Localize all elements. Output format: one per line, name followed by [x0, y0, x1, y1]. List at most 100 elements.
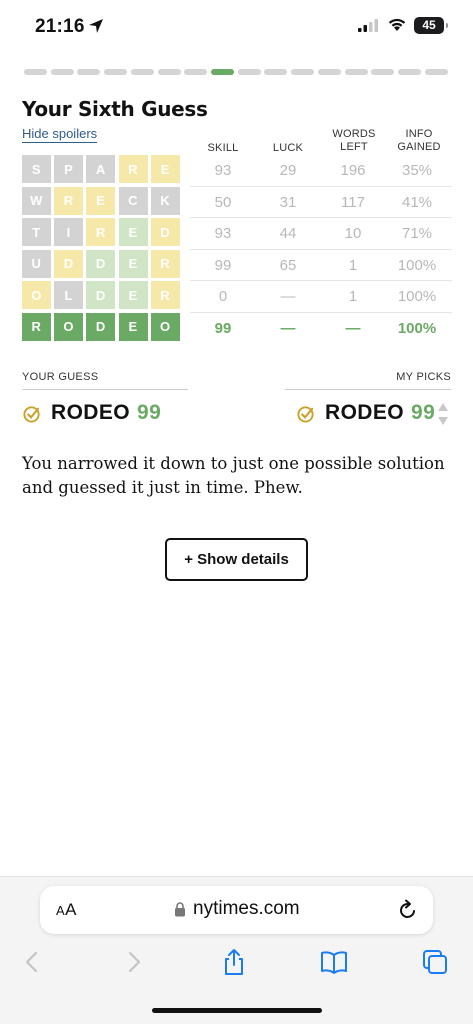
info-gained-value: 41% [401, 193, 433, 211]
words-left-value: — [345, 319, 361, 337]
letter-tile: A [86, 155, 116, 183]
guess-row: SPARE [22, 155, 183, 187]
stats-row: 93 29 196 35% [190, 155, 452, 187]
guess-progress [24, 69, 448, 75]
letter-tile: I [54, 218, 84, 247]
guess-row: UDDER [22, 249, 183, 282]
divider [285, 389, 451, 390]
summary-text: You narrowed it down to just one possibl… [22, 454, 445, 497]
letter-tile: D [54, 249, 84, 278]
your-guess-result: RODEO 99 [22, 401, 161, 425]
letter-tile: E [118, 312, 148, 341]
reload-icon[interactable] [398, 899, 418, 921]
share-icon[interactable] [220, 948, 248, 976]
my-picks-label: MY PICKS [396, 371, 451, 383]
stats-row: 99 — — 100% [190, 313, 452, 345]
home-indicator [152, 1008, 322, 1013]
skill-value: 93 [214, 162, 232, 179]
stats-row: 93 44 10 71% [190, 218, 452, 250]
forward-icon[interactable] [120, 948, 148, 976]
progress-dash [157, 69, 181, 75]
progress-dash [264, 69, 288, 75]
letter-tile: C [118, 186, 148, 215]
info-gained-value: 71% [401, 225, 433, 243]
info-gained-value: 100% [397, 288, 437, 306]
luck-value: 44 [279, 225, 297, 243]
letter-tile: K [150, 186, 180, 215]
letter-tile: D [86, 249, 116, 278]
stats-row: 50 31 117 41% [190, 187, 452, 219]
info-gained-value: 35% [401, 162, 433, 179]
section-title: Your Sixth Guess [22, 97, 208, 121]
progress-dash [317, 69, 341, 75]
info-gained-value: 100% [397, 256, 437, 274]
letter-tile: R [150, 249, 180, 278]
hide-spoilers-link[interactable]: Hide spoilers [22, 126, 98, 143]
check-circle-icon [23, 405, 40, 423]
letter-tile: E [118, 218, 148, 247]
your-guess-word: RODEO [51, 401, 131, 424]
sort-arrows-icon[interactable] [437, 401, 449, 427]
tabs-icon[interactable] [421, 948, 449, 976]
letter-tile: R [150, 281, 180, 310]
words-left-value: 1 [348, 256, 358, 274]
luck-value: — [280, 319, 296, 337]
letter-tile: T [22, 218, 51, 247]
location-arrow-icon [89, 19, 103, 33]
progress-dash [184, 69, 208, 75]
letter-tile: O [22, 281, 51, 310]
letter-tile: W [22, 186, 51, 215]
battery-icon: 45 [414, 17, 448, 34]
letter-tile: R [86, 218, 116, 247]
your-guess-label: YOUR GUESS [22, 371, 99, 383]
show-details-button[interactable]: + Show details [165, 538, 308, 581]
column-words-left: WORDS LEFT [332, 128, 376, 153]
guess-stats-table: 93 29 196 35% 50 31 117 41% 93 44 10 71% 99 65 1 100% 0 —… [190, 155, 452, 345]
letter-tile: P [54, 155, 84, 183]
progress-dash [104, 69, 128, 75]
letter-tile: U [22, 249, 51, 278]
letter-tile: D [150, 218, 180, 247]
letter-tile: R [54, 186, 84, 215]
letter-tile: S [22, 155, 51, 183]
letter-tile: E [86, 186, 116, 215]
column-info-gained: INFO GAINED [397, 128, 441, 153]
skill-value: 99 [214, 256, 232, 274]
cellular-signal-icon [358, 19, 378, 32]
letter-tile: E [118, 249, 148, 278]
progress-dash [371, 69, 395, 75]
letter-tile: E [118, 281, 148, 310]
guess-row: WRECK [22, 186, 183, 219]
info-gained-value: 100% [397, 319, 437, 337]
luck-value: — [280, 288, 296, 306]
progress-dash [24, 69, 47, 75]
letter-tile: D [86, 312, 116, 341]
guess-row: TIRED [22, 218, 183, 250]
column-skill: SKILL [207, 142, 239, 154]
guess-row: OLDER [22, 281, 183, 313]
progress-dash [344, 69, 368, 75]
luck-value: 31 [279, 193, 297, 211]
bookmarks-icon[interactable] [320, 948, 348, 976]
skill-value: 50 [214, 193, 232, 211]
url-text[interactable]: nytimes.com [193, 898, 300, 920]
letter-tile: R [118, 155, 148, 183]
skill-value: 0 [218, 288, 228, 306]
my-picks-result[interactable]: RODEO 99 [296, 401, 435, 425]
my-picks-word: RODEO [325, 401, 405, 424]
progress-dash [77, 69, 101, 75]
progress-dash [211, 69, 235, 75]
progress-dash [424, 69, 448, 75]
progress-dash [398, 69, 422, 75]
progress-dash [50, 69, 74, 75]
your-guess-score: 99 [137, 401, 162, 424]
status-time: 21:16 [35, 16, 85, 37]
reader-settings-button[interactable]: AA [56, 900, 77, 920]
letter-tile: O [54, 312, 84, 341]
column-luck: LUCK [272, 142, 304, 154]
luck-value: 29 [279, 162, 297, 179]
wifi-icon [388, 18, 406, 31]
divider [22, 389, 188, 390]
status-bar: 21:16 45 [0, 0, 473, 52]
back-icon[interactable] [18, 948, 46, 976]
